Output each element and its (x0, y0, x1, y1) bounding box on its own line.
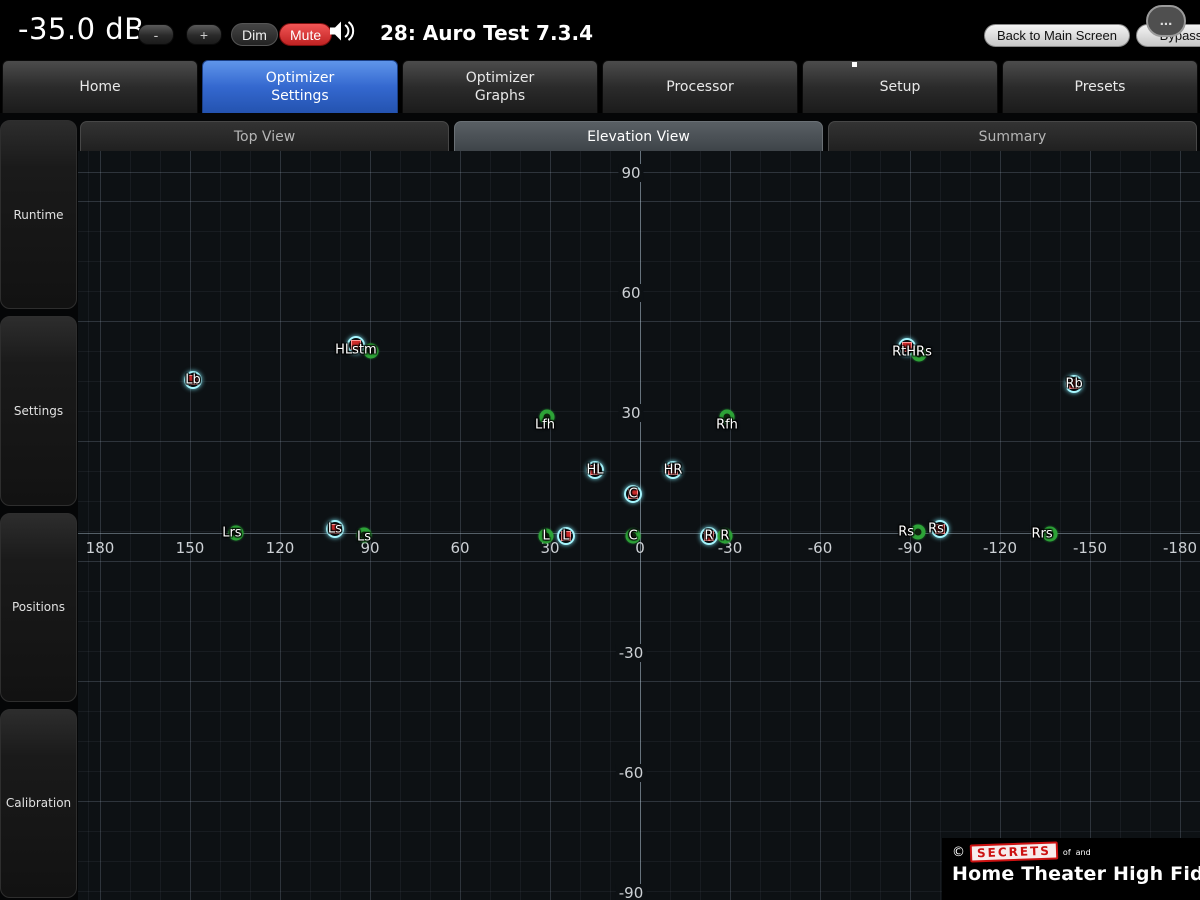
speaker-marker-rs[interactable] (931, 520, 949, 538)
mute-button[interactable]: Mute (279, 23, 332, 46)
y-tick-label: 30 (618, 404, 643, 422)
speaker-marker-l[interactable] (557, 527, 575, 545)
measured-position-icon (590, 465, 600, 475)
speaker-marker-lfh[interactable] (540, 410, 555, 425)
y-tick-label: 90 (618, 164, 643, 182)
tab-presets[interactable]: Presets (1002, 60, 1198, 113)
speaker-marker-c[interactable] (626, 529, 641, 544)
measured-position-icon (351, 340, 361, 350)
y-tick-label: -60 (616, 764, 647, 782)
tab-processor[interactable]: Processor (602, 60, 798, 113)
x-tick-label: -60 (808, 539, 833, 557)
speaker-volume-icon (328, 20, 356, 46)
measured-position-icon (935, 524, 945, 534)
x-tick-label: -150 (1073, 539, 1107, 557)
speaker-marker-ls[interactable] (326, 520, 344, 538)
main-tab-bar: Home Optimizer Settings Optimizer Graphs… (0, 60, 1200, 113)
sidebar-item-runtime[interactable]: Runtime (0, 120, 77, 309)
y-tick-label: -30 (616, 644, 647, 662)
measured-position-icon (668, 465, 678, 475)
measured-position-icon (188, 375, 198, 385)
speaker-marker-r[interactable] (717, 529, 732, 544)
elevation-plot[interactable]: 1801501209060300-30-60-90-120-150-180906… (78, 151, 1200, 900)
more-options-button[interactable]: ... (1146, 5, 1186, 37)
copyright-symbol: © (952, 845, 965, 860)
tab-elevation-view[interactable]: Elevation View (454, 121, 823, 151)
view-tab-bar: Top View Elevation View Summary (80, 121, 1197, 151)
x-tick-label: -180 (1163, 539, 1197, 557)
top-bar: -35.0 dB - + Dim Mute 28: Auro Test 7.3.… (0, 0, 1200, 60)
y-tick-label: -90 (616, 884, 647, 900)
speaker-marker-rs[interactable] (911, 525, 926, 540)
measured-position-icon (1069, 379, 1079, 389)
tab-optimizer-graphs[interactable]: Optimizer Graphs (402, 60, 598, 113)
tab-home[interactable]: Home (2, 60, 198, 113)
speaker-marker-rb[interactable] (1065, 375, 1083, 393)
secrets-stamp: SECRETS (970, 841, 1058, 862)
speaker-marker-lrs[interactable] (228, 526, 243, 541)
logo-title: Home Theater High Fidelity® (952, 863, 1192, 885)
speaker-marker-c[interactable] (624, 485, 642, 503)
measured-position-icon (628, 489, 638, 499)
measured-position-icon (330, 524, 340, 534)
y-tick-label: 60 (618, 284, 643, 302)
volume-down-button[interactable]: - (138, 24, 174, 45)
x-tick-label: 150 (176, 539, 205, 557)
preset-title: 28: Auro Test 7.3.4 (380, 21, 593, 45)
tab-summary[interactable]: Summary (828, 121, 1197, 151)
measured-position-icon (704, 531, 714, 541)
measured-position-icon (902, 342, 912, 352)
speaker-marker-r[interactable] (700, 527, 718, 545)
speaker-marker-hl[interactable] (586, 461, 604, 479)
speaker-marker-ls[interactable] (357, 528, 372, 543)
speaker-marker-l[interactable] (539, 529, 554, 544)
tab-optimizer-settings[interactable]: Optimizer Settings (202, 60, 398, 113)
mouse-cursor (852, 62, 857, 67)
x-tick-label: -120 (983, 539, 1017, 557)
tab-setup[interactable]: Setup (802, 60, 998, 113)
x-tick-label: -90 (898, 539, 923, 557)
azimuth-zero-axis (640, 151, 641, 900)
speaker-marker-green[interactable] (912, 347, 927, 362)
x-tick-label: 180 (86, 539, 115, 557)
tab-top-view[interactable]: Top View (80, 121, 449, 151)
logo-word-and: and (1076, 848, 1091, 857)
speaker-marker-lb[interactable] (184, 371, 202, 389)
logo-word-of: of (1063, 848, 1071, 857)
x-tick-label: 120 (266, 539, 295, 557)
measured-position-icon (561, 531, 571, 541)
sidebar-item-positions[interactable]: Positions (0, 513, 77, 702)
dim-button[interactable]: Dim (231, 23, 278, 46)
volume-readout: -35.0 dB (18, 12, 145, 46)
speaker-marker-hlstm[interactable] (347, 336, 365, 354)
speaker-marker-rrs[interactable] (1043, 527, 1058, 542)
x-tick-label: 60 (450, 539, 469, 557)
speaker-marker-rfh[interactable] (720, 410, 735, 425)
secrets-logo: © SECRETS of and Home Theater High Fidel… (942, 838, 1200, 900)
speaker-marker-hr[interactable] (664, 461, 682, 479)
speaker-marker-green[interactable] (363, 344, 378, 359)
sidebar-item-settings[interactable]: Settings (0, 316, 77, 505)
back-to-main-screen-button[interactable]: Back to Main Screen (984, 24, 1130, 47)
volume-up-button[interactable]: + (186, 24, 222, 45)
sidebar-item-calibration[interactable]: Calibration (0, 709, 77, 898)
left-sidebar: Runtime Settings Positions Calibration (0, 120, 77, 898)
